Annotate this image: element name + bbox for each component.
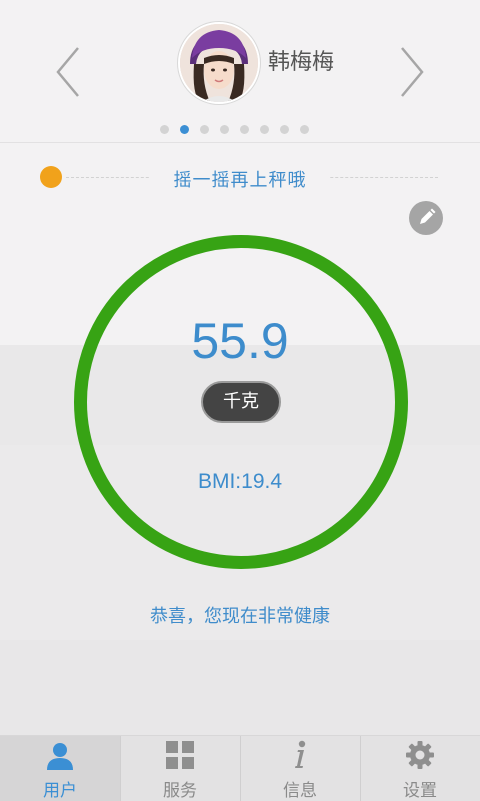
tab-settings-label: 设置 [403, 781, 437, 801]
bottom-tab-bar: 用户 服务 信息 设置 [0, 735, 480, 801]
tab-user[interactable]: 用户 [0, 736, 120, 801]
gear-icon [405, 740, 435, 770]
page-dot [220, 125, 229, 134]
edit-button[interactable] [409, 201, 443, 235]
page-dot [300, 125, 309, 134]
page-dot [160, 125, 169, 134]
tab-settings[interactable]: 设置 [360, 736, 480, 801]
page-dot [240, 125, 249, 134]
chevron-right-icon [401, 47, 424, 97]
unit-toggle-button[interactable]: 千克 [201, 381, 281, 423]
status-indicator-dot [40, 166, 62, 188]
user-icon [45, 740, 75, 770]
header-divider [0, 142, 480, 143]
tab-info[interactable]: 信息 [240, 736, 360, 801]
pencil-icon [420, 208, 436, 224]
info-icon [285, 740, 315, 770]
next-user-arrow[interactable] [392, 40, 432, 104]
shake-tip-text: 摇一摇再上秤哦 [150, 166, 330, 192]
weight-value: 55.9 [191, 313, 289, 369]
tab-info-label: 信息 [283, 781, 317, 801]
page-dot [280, 125, 289, 134]
bmi-value: BMI:19.4 [197, 470, 283, 493]
tab-service[interactable]: 服务 [120, 736, 240, 801]
user-name: 韩梅梅 [268, 50, 335, 75]
tab-service-label: 服务 [163, 781, 197, 801]
page-dot [200, 125, 209, 134]
tab-user-label: 用户 [43, 781, 77, 801]
page-indicator [160, 125, 309, 135]
avatar[interactable] [178, 22, 260, 104]
user-photo [180, 24, 258, 102]
bottom-band [0, 640, 480, 735]
health-message: 恭喜，您现在非常健康 [150, 606, 330, 627]
chevron-left-icon [56, 47, 79, 97]
prev-user-arrow[interactable] [48, 40, 88, 104]
page-dot [180, 125, 189, 134]
page-dot [260, 125, 269, 134]
grid-icon [165, 740, 195, 770]
